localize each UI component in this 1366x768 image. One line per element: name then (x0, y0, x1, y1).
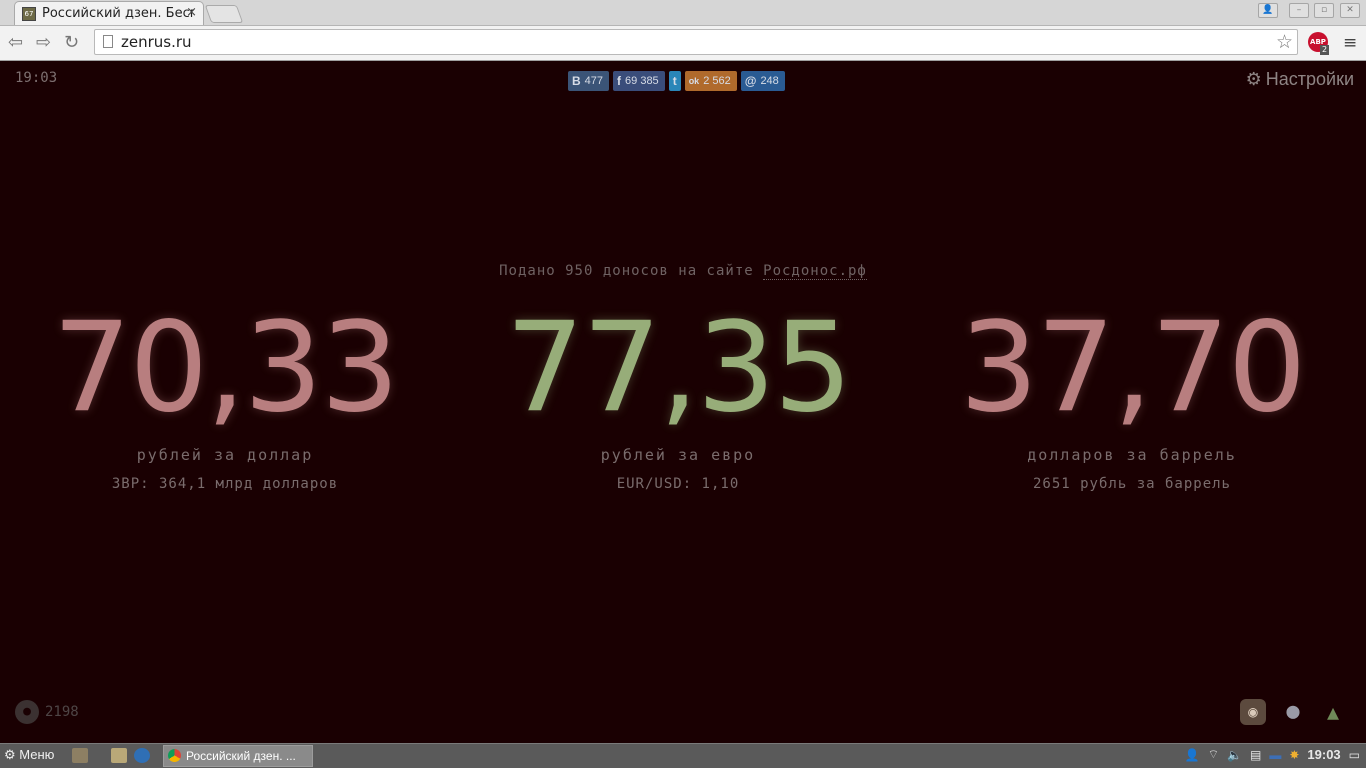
browser-tab-bar: 67 Российский дзен. Бесплатно × 👤 – ▫ ✕ (0, 0, 1366, 26)
android-icon[interactable]: ▲ (1320, 699, 1346, 725)
facebook-icon: f (617, 74, 622, 88)
taskbar-window-title: Российский дзен. ... (186, 749, 296, 763)
mail-icon: @ (744, 74, 757, 88)
vk-icon: B (572, 74, 581, 88)
tab-close-icon[interactable]: × (186, 5, 197, 20)
bookmark-star-icon[interactable]: ☆ (1276, 31, 1293, 53)
share-count: 2 562 (703, 75, 731, 87)
oil-rate-label: долларов за баррель (1027, 446, 1237, 464)
address-bar[interactable]: zenrus.ru ☆ (94, 29, 1298, 55)
browser-toolbar: ⇦ ⇨ ↻ zenrus.ru ☆ ABP 2 ≡ (0, 26, 1366, 61)
new-tab-button[interactable] (204, 5, 244, 23)
folder-icon[interactable] (111, 748, 127, 763)
page-clock: 19:03 (15, 70, 58, 86)
system-tray: 👤 ⌔ 🔈 ▤ ▬ ✸ 19:03 ▭ (1185, 747, 1360, 762)
page-icon (103, 35, 113, 48)
visitor-counter: ● 2198 (15, 700, 79, 724)
reserves-text: ЗВР: 364,1 млрд долларов (111, 476, 339, 492)
donos-counter: Подано 950 доносов на сайте Росдонос.рф (0, 263, 1366, 280)
tray-clock[interactable]: 19:03 (1307, 747, 1340, 762)
user-icon[interactable]: 👤 (1185, 748, 1200, 762)
site-favicon-icon: 67 (22, 7, 36, 21)
page-content: 19:03 B 477 f 69 385 t ok 2 562 @248 ⚙ Настр… (0, 61, 1366, 743)
oil-rub-text: 2651 рубль за баррель (1032, 476, 1231, 492)
tab-title: Российский дзен. Бесплатно (42, 6, 194, 21)
volume-icon[interactable]: 🔈 (1227, 748, 1242, 762)
visitor-icon: ● (15, 700, 39, 724)
eur-rate-label: рублей за евро (600, 446, 756, 464)
settings-label: Настройки (1265, 69, 1354, 89)
twitter-icon: t (672, 74, 677, 88)
clipboard-icon[interactable]: ▤ (1250, 748, 1261, 762)
browser-menu-icon[interactable]: ≡ (1343, 33, 1357, 53)
oil-rate-block: 37,70 долларов за баррель 2651 рубль за … (922, 306, 1342, 492)
share-twitter-button[interactable]: t (668, 71, 681, 91)
browser-tab[interactable]: 67 Российский дзен. Бесплатно × (14, 1, 204, 25)
chrome-icon (168, 749, 181, 762)
share-count: 477 (584, 75, 604, 87)
usd-rate-block: 70,33 рублей за доллар ЗВР: 364,1 млрд д… (15, 306, 435, 492)
instagram-icon[interactable]: ◉ (1240, 699, 1266, 725)
close-window-button[interactable]: ✕ (1340, 3, 1360, 18)
url-text[interactable]: zenrus.ru (121, 33, 192, 51)
maximize-window-button[interactable]: ▫ (1314, 3, 1334, 18)
usd-rub-rate: 70,33 (52, 296, 400, 440)
adblock-count-badge: 2 (1320, 45, 1330, 55)
gear-icon: ⚙ (1245, 69, 1262, 89)
weather-icon[interactable]: ✸ (1289, 748, 1299, 762)
share-count: 69 385 (625, 75, 659, 87)
share-facebook-button[interactable]: f 69 385 (613, 71, 665, 91)
keyboard-layout-icon[interactable]: ▬ (1269, 748, 1281, 762)
apple-icon[interactable]: ● (1280, 699, 1306, 725)
back-arrow-icon[interactable]: ⇦ (8, 32, 23, 53)
share-vk-button[interactable]: B 477 (568, 71, 610, 91)
minimize-window-button[interactable]: – (1289, 3, 1309, 18)
donos-text: Подано 950 доносов на сайте (499, 263, 764, 279)
odnoklassniki-icon: ok (688, 76, 700, 86)
forward-arrow-icon[interactable]: ⇨ (36, 32, 51, 53)
share-buttons: B 477 f 69 385 t ok 2 562 @248 (568, 71, 785, 91)
share-count: 248 (760, 75, 779, 87)
os-taskbar: ⚙ Меню Российский дзен. ... 👤 ⌔ 🔈 ▤ ▬ ✸ … (0, 743, 1366, 768)
screenshot-app-icon[interactable] (72, 748, 88, 763)
eur-rate-block: 77,35 рублей за евро EUR/USD: 1,10 (468, 306, 888, 492)
reload-icon[interactable]: ↻ (64, 32, 79, 53)
profile-icon[interactable]: 👤 (1258, 3, 1278, 18)
start-menu-label: Меню (19, 747, 55, 762)
rosdonos-link[interactable]: Росдонос.рф (763, 263, 867, 280)
wifi-icon[interactable]: ⌔ (1208, 747, 1219, 762)
visitor-count: 2198 (45, 704, 79, 720)
show-desktop-icon[interactable]: ▭ (1349, 748, 1360, 762)
oil-price: 37,70 (959, 296, 1307, 440)
earth-icon[interactable] (134, 748, 150, 763)
share-odnoklassniki-button[interactable]: ok 2 562 (684, 71, 737, 91)
eur-rub-rate: 77,35 (505, 296, 853, 440)
start-menu-button[interactable]: ⚙ Меню (4, 747, 54, 763)
settings-button[interactable]: ⚙ Настройки (1246, 69, 1354, 90)
eur-usd-text: EUR/USD: 1,10 (616, 476, 740, 492)
taskbar-window-chrome[interactable]: Российский дзен. ... (163, 745, 313, 767)
app-links: ◉ ● ▲ (1240, 699, 1346, 725)
usd-rate-label: рублей за доллар (136, 446, 314, 464)
share-mail-button[interactable]: @248 (740, 71, 785, 91)
